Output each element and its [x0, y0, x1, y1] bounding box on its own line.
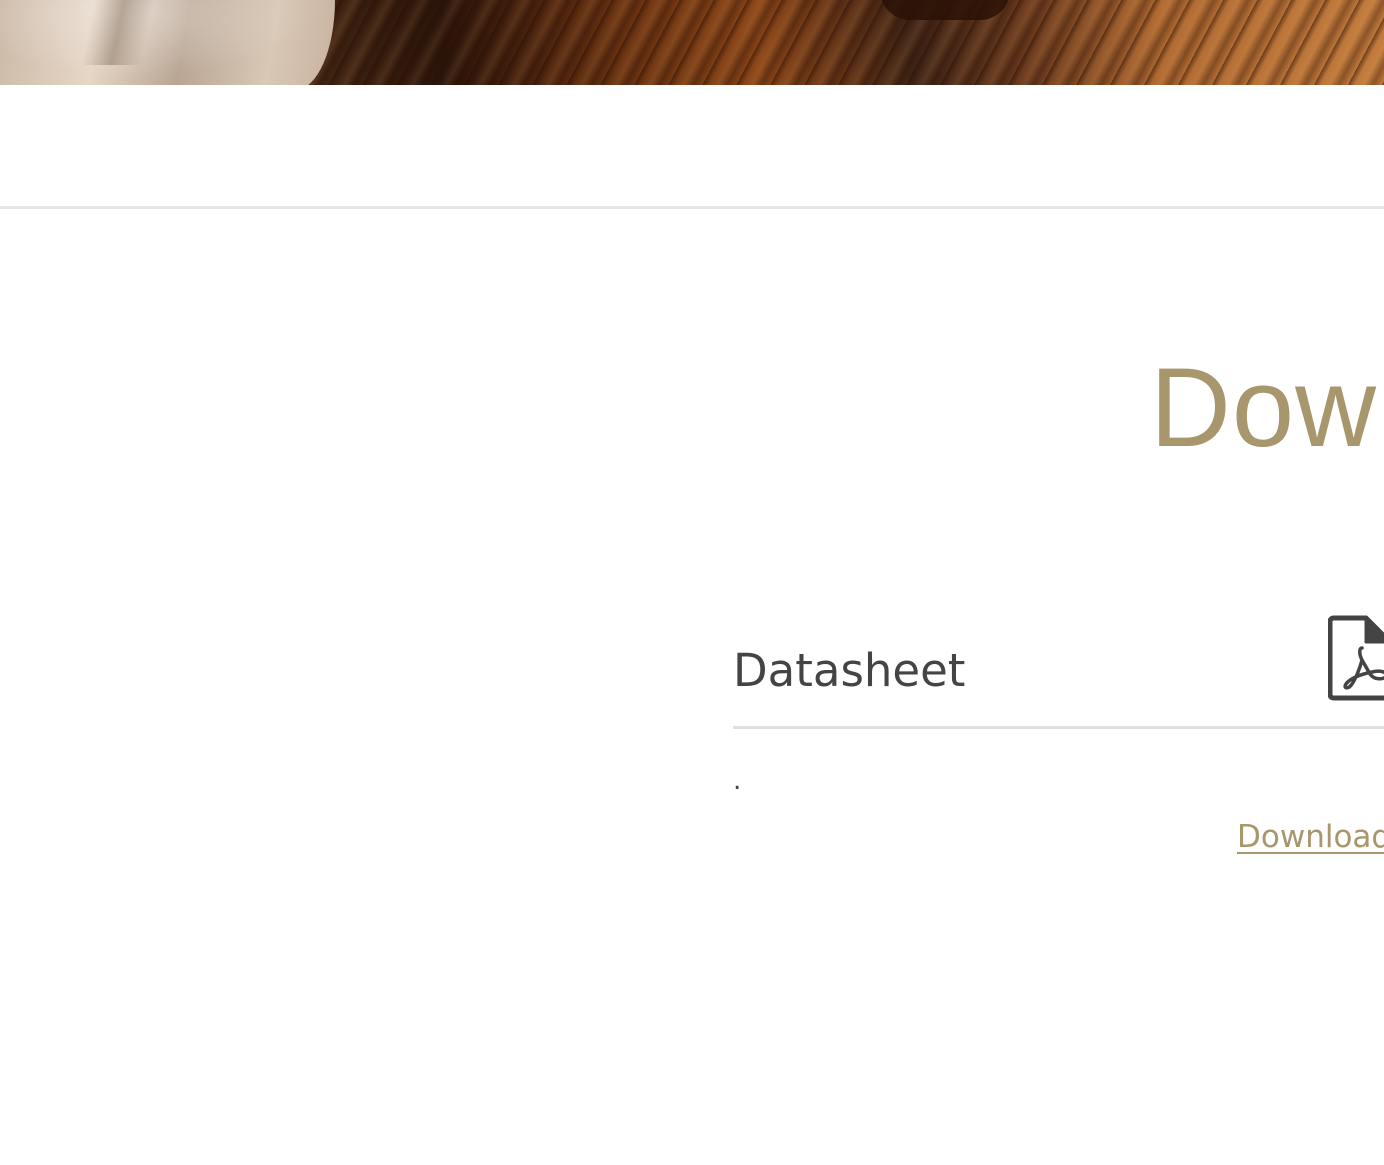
hero-image — [0, 0, 1384, 85]
hero-cloth-fold — [80, 0, 160, 65]
download-item-description: . — [733, 766, 742, 796]
download-link[interactable]: Download — [1237, 822, 1384, 853]
downloads-heading: Dow — [1150, 345, 1378, 470]
hero-board-edge — [880, 0, 1010, 20]
download-item-title: Datasheet — [733, 644, 966, 697]
download-item-divider — [733, 726, 1384, 729]
pdf-file-icon[interactable] — [1328, 614, 1384, 702]
hero-cloth — [0, 0, 335, 85]
section-divider — [0, 206, 1384, 209]
page: Dow Datasheet . Download — [0, 0, 1384, 1165]
